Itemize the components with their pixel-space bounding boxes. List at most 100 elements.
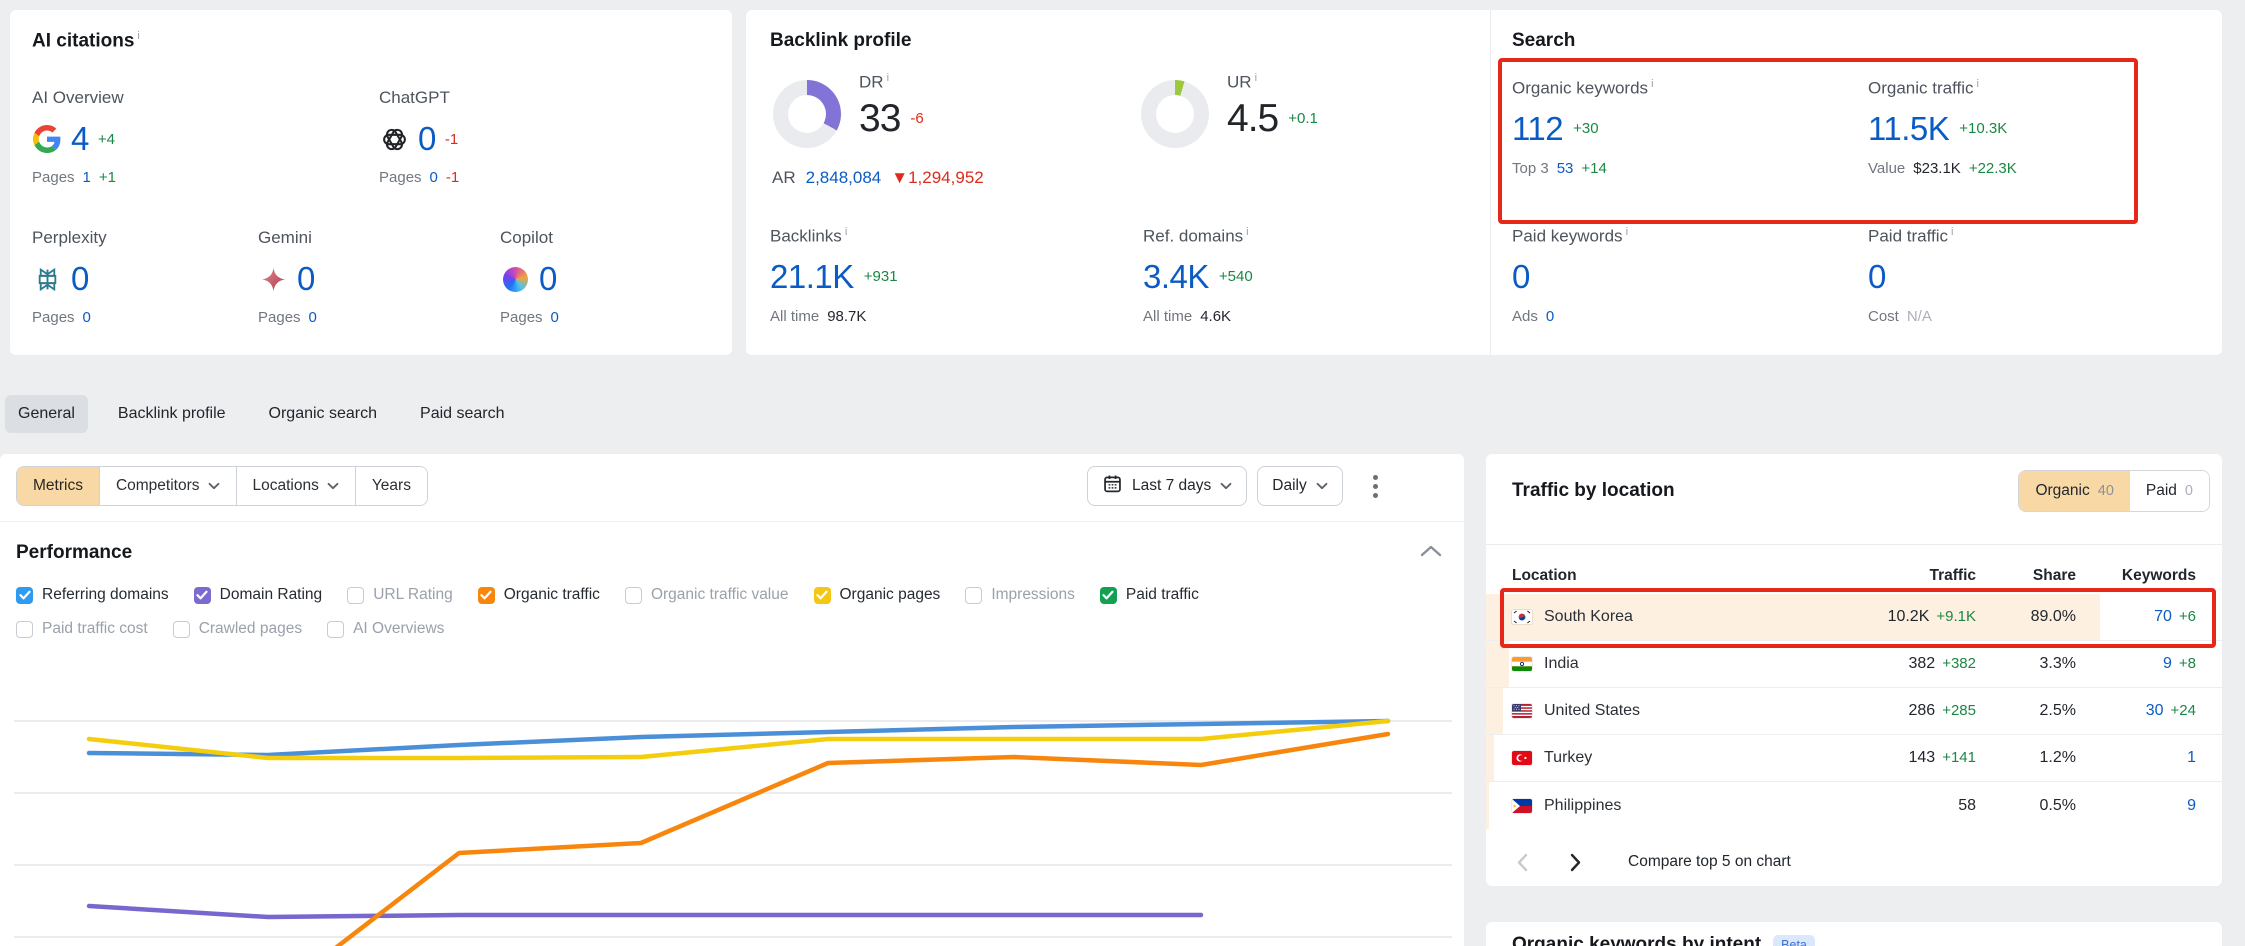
chevron-down-icon [208,477,220,495]
toggle-organic[interactable]: Organic 40 [2019,471,2129,511]
checkbox-organic-pages[interactable]: Organic pages [814,586,941,604]
ar-value[interactable]: 2,848,084 [806,168,882,188]
pages-value[interactable]: 0 [430,169,438,186]
collapse-chevron-up-icon[interactable] [1420,544,1442,562]
location-row-south-korea[interactable]: South Korea10.2K+9.1K89.0%70+6 [1486,594,2222,641]
toggle-paid[interactable]: Paid 0 [2130,471,2209,511]
info-icon: i [887,72,889,84]
performance-chart[interactable] [0,680,1464,946]
metric-sub-value[interactable]: 0 [1546,308,1554,325]
next-page-icon[interactable] [1566,849,1586,876]
metric-value[interactable]: 11.5K [1868,110,1949,148]
ur-delta: +0.1 [1288,110,1318,127]
perplexity-icon [32,264,62,294]
checked-checkbox-icon[interactable] [478,587,495,604]
divider [1486,544,2222,545]
checked-checkbox-icon[interactable] [1100,587,1117,604]
checked-checkbox-icon[interactable] [16,587,33,604]
checked-checkbox-icon[interactable] [814,587,831,604]
filter-years[interactable]: Years [355,467,427,505]
chevron-down-icon [1316,477,1328,495]
checkbox-organic-traffic[interactable]: Organic traffic [478,586,600,604]
metric-value[interactable]: 0 [297,260,315,298]
info-icon: i [1255,72,1257,84]
checkbox-label: Referring domains [42,586,169,604]
checkbox-label: Organic traffic [504,586,600,604]
location-name: India [1544,655,1579,673]
tab-backlink-profile[interactable]: Backlink profile [105,395,239,433]
location-pager: Compare top 5 on chart [1486,838,2222,886]
metric-value[interactable]: 0 [539,260,557,298]
checkbox-organic-traffic-value[interactable]: Organic traffic value [625,586,789,604]
pages-value[interactable]: 0 [551,309,559,326]
traffic-cell: 382+382 [1806,655,1976,673]
keywords-value[interactable]: 9 [2163,655,2172,672]
granularity-button[interactable]: Daily [1257,466,1342,506]
metric-value[interactable]: 4 [71,120,89,158]
pages-value[interactable]: 0 [83,309,91,326]
checkbox-paid-traffic[interactable]: Paid traffic [1100,586,1199,604]
checked-checkbox-icon[interactable] [194,587,211,604]
pages-value[interactable]: 0 [309,309,317,326]
checkbox-crawled-pages[interactable]: Crawled pages [173,620,302,638]
metric-value[interactable]: 112 [1512,110,1563,148]
unchecked-checkbox-icon[interactable] [327,621,344,638]
metric-value[interactable]: 0 [71,260,89,298]
metric-value[interactable]: 0 [1868,258,1886,296]
metric-value[interactable]: 3.4K [1143,258,1209,296]
filter-competitors[interactable]: Competitors [99,467,236,505]
unchecked-checkbox-icon[interactable] [625,587,642,604]
pages-row: Pages0 [500,309,715,326]
more-options-icon[interactable] [1367,469,1384,504]
backlink-profile-title: Backlink profile [770,30,912,52]
metric-sub-value[interactable]: 53 [1557,160,1574,177]
ur-label: URi [1227,72,1318,93]
keywords-value[interactable]: 70 [2154,608,2172,625]
traffic-cell: 143+141 [1806,749,1976,767]
chart-line-domain-rating [89,906,1201,917]
prev-page-icon[interactable] [1512,849,1532,876]
checkbox-url-rating[interactable]: URL Rating [347,586,453,604]
share-cell: 1.2% [1976,749,2076,767]
filter-metrics[interactable]: Metrics [17,467,99,505]
checkbox-impressions[interactable]: Impressions [965,586,1075,604]
compare-top5-link[interactable]: Compare top 5 on chart [1628,853,1791,871]
checkbox-label: Paid traffic cost [42,620,148,638]
tab-general[interactable]: General [5,395,88,433]
location-row-india[interactable]: India382+3823.3%9+8 [1486,641,2222,688]
metric-value[interactable]: 0 [1512,258,1530,296]
unchecked-checkbox-icon[interactable] [173,621,190,638]
info-icon: i [845,226,847,238]
ph-flag-icon [1512,799,1532,813]
dr-label: DRi [859,72,924,93]
location-row-united-states[interactable]: United States286+2852.5%30+24 [1486,688,2222,735]
filter-locations[interactable]: Locations [236,467,355,505]
tab-organic-search[interactable]: Organic search [256,395,391,433]
checkbox-domain-rating[interactable]: Domain Rating [194,586,323,604]
checkbox-ai-overviews[interactable]: AI Overviews [327,620,444,638]
checkbox-paid-traffic-cost[interactable]: Paid traffic cost [16,620,148,638]
unchecked-checkbox-icon[interactable] [965,587,982,604]
tr-flag-icon [1512,751,1532,765]
location-row-turkey[interactable]: Turkey 143+1411.2% 1 [1486,735,2222,782]
metric-value[interactable]: 0 [418,120,436,158]
tab-paid-search[interactable]: Paid search [407,395,518,433]
filter-segmented-control: MetricsCompetitorsLocationsYears [16,466,428,506]
metric-value[interactable]: 21.1K [770,258,854,296]
location-row-philippines[interactable]: Philippines580.5%9 [1486,782,2222,829]
date-range-button[interactable]: Last 7 days [1087,466,1247,506]
checkbox-label: URL Rating [373,586,453,604]
pages-value[interactable]: 1 [83,169,91,186]
metric-label: ChatGPT [379,88,594,108]
location-name: Turkey [1544,749,1592,767]
search-metric-paid-traffic: Paid traffici0CostN/A [1868,226,2208,325]
keywords-value[interactable]: 9 [2187,797,2196,814]
keywords-value[interactable]: 1 [2187,749,2196,766]
keywords-value[interactable]: 30 [2146,702,2164,719]
info-icon: i [137,30,139,42]
unchecked-checkbox-icon[interactable] [16,621,33,638]
unchecked-checkbox-icon[interactable] [347,587,364,604]
ar-drop: ▼1,294,952 [891,168,983,188]
checkbox-referring-domains[interactable]: Referring domains [16,586,169,604]
dr-donut-icon [773,80,841,148]
